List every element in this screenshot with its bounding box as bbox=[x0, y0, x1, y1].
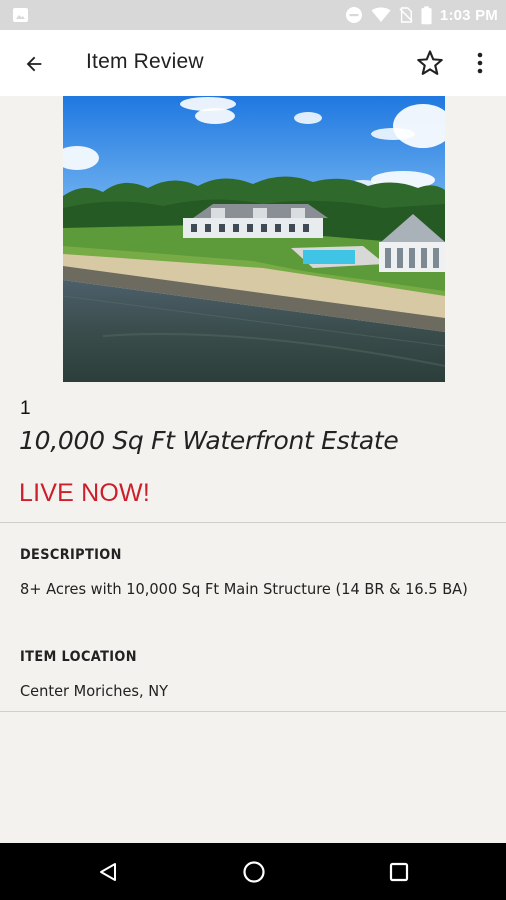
status-time: 1:03 PM bbox=[439, 6, 498, 24]
nav-back-button[interactable] bbox=[93, 857, 123, 887]
back-triangle-icon bbox=[100, 863, 116, 881]
item-location-text: Center Moriches, NY bbox=[20, 682, 169, 700]
app-bar: Item Review bbox=[0, 30, 506, 96]
divider bbox=[0, 711, 506, 712]
estate-photo-image bbox=[63, 96, 445, 382]
wifi-icon bbox=[371, 7, 391, 22]
description-text: 8+ Acres with 10,000 Sq Ft Main Structur… bbox=[20, 580, 468, 598]
back-button[interactable] bbox=[18, 48, 50, 80]
no-sim-icon bbox=[399, 7, 413, 23]
live-status-label: LIVE NOW! bbox=[19, 479, 150, 507]
star-outline-icon bbox=[417, 50, 443, 75]
favorite-button[interactable] bbox=[414, 47, 446, 79]
image-icon bbox=[13, 8, 28, 22]
page-title: Item Review bbox=[86, 50, 204, 73]
minus-circle-icon bbox=[345, 7, 362, 23]
item-title: 10,000 Sq Ft Waterfront Estate bbox=[19, 426, 399, 455]
nav-home-button[interactable] bbox=[239, 857, 269, 887]
system-nav-bar bbox=[0, 843, 506, 900]
status-bar: 1:03 PM bbox=[0, 0, 506, 30]
divider bbox=[0, 522, 506, 523]
recents-square-icon bbox=[389, 862, 409, 882]
description-label: DESCRIPTION bbox=[20, 547, 122, 563]
item-photo[interactable] bbox=[63, 96, 445, 382]
lot-number: 1 bbox=[20, 398, 31, 419]
arrow-back-icon bbox=[26, 56, 42, 72]
more-vert-icon bbox=[477, 52, 483, 74]
status-icons: 1:03 PM bbox=[345, 5, 498, 25]
home-circle-icon bbox=[243, 861, 265, 883]
item-location-label: ITEM LOCATION bbox=[20, 649, 137, 665]
battery-icon bbox=[421, 5, 432, 24]
more-options-button[interactable] bbox=[466, 47, 494, 79]
nav-recents-button[interactable] bbox=[384, 857, 414, 887]
